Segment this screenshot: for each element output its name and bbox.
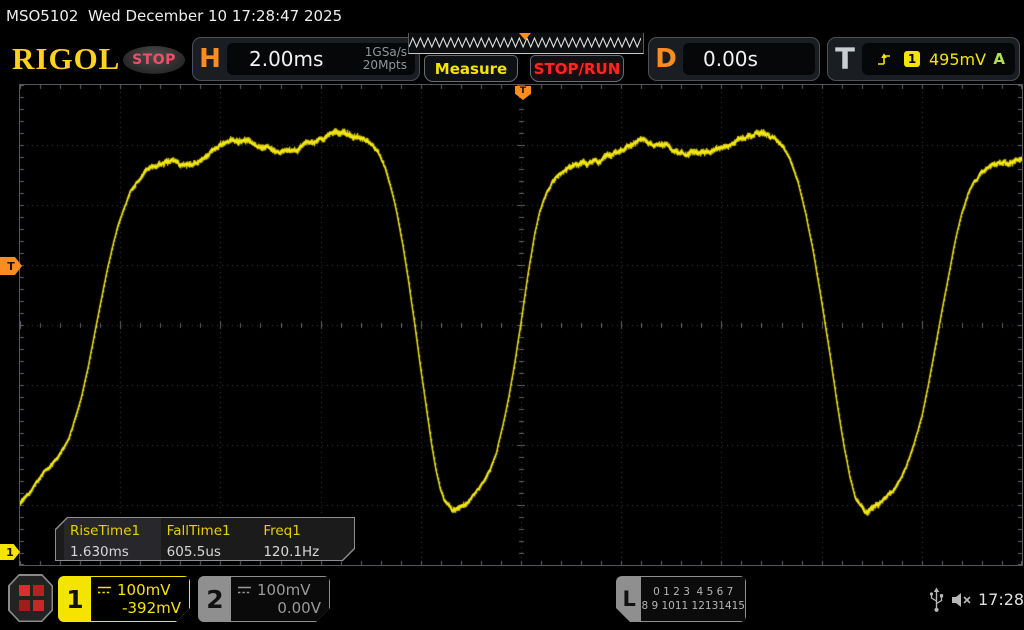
- logic-channels-tab[interactable]: L 0 1 2 3 4 5 6 7 8 9 1011 12131415: [616, 576, 746, 622]
- measurement-falltime: FallTime1 605.5us: [161, 518, 258, 560]
- measurement-panel[interactable]: RiseTime1 1.630ms FallTime1 605.5us Freq…: [55, 517, 355, 561]
- channel1-number: 1: [59, 577, 91, 621]
- measurement-risetime: RiseTime1 1.630ms: [64, 518, 161, 560]
- stop-run-button[interactable]: STOP/RUN: [530, 55, 624, 82]
- delay-label: D: [649, 44, 683, 74]
- measurement-value: 605.5us: [167, 544, 258, 560]
- channel2-scale: 100mV: [257, 581, 311, 599]
- memory-depth: 20Mpts: [363, 58, 407, 72]
- trigger-panel[interactable]: T 1 495mV A: [827, 37, 1020, 81]
- delay-values: 0.00s: [683, 43, 815, 75]
- measurement-label: FallTime1: [167, 523, 258, 539]
- osd-status-line: MSO5102 Wed December 10 17:28:47 2025: [6, 7, 342, 25]
- run-state-label: STOP: [132, 52, 176, 68]
- graticule: [19, 84, 1023, 566]
- channel1-scale: 100mV: [117, 581, 171, 599]
- logic-row2: 8 9 1011 12131415: [641, 599, 745, 613]
- waveform-display[interactable]: [20, 85, 1022, 565]
- channel1-tab[interactable]: 1 100mV -392mV: [58, 576, 190, 622]
- channel2-offset: 0.00V: [237, 599, 321, 617]
- measurement-value: 120.1Hz: [263, 544, 354, 560]
- trigger-label: T: [828, 42, 862, 76]
- measurement-label: RiseTime1: [70, 523, 161, 539]
- horizontal-panel[interactable]: H 2.00ms 1GSa/s 20Mpts: [192, 37, 420, 81]
- logic-label: L: [617, 577, 641, 621]
- measurement-label: Freq1: [263, 523, 354, 539]
- acquisition-info: 1GSa/s 20Mpts: [363, 46, 407, 72]
- preview-trigger-marker[interactable]: [519, 33, 531, 40]
- nav-menu-button[interactable]: [8, 574, 53, 622]
- rising-edge-icon: [876, 51, 892, 67]
- measurement-freq: Freq1 120.1Hz: [257, 518, 354, 560]
- speaker-muted-icon: [950, 591, 973, 609]
- measure-button[interactable]: Measure: [424, 55, 518, 82]
- trigger-mode: A: [993, 50, 1005, 68]
- usb-icon: [929, 587, 944, 613]
- oscilloscope-screen: MSO5102 Wed December 10 17:28:47 2025 RI…: [0, 0, 1024, 630]
- nav-grid-icon: [10, 576, 52, 621]
- dc-coupling-icon: [97, 585, 112, 595]
- rigol-logo: RIGOL: [12, 41, 120, 77]
- delay-value: 0.00s: [703, 47, 758, 71]
- clock: 17:28: [978, 590, 1024, 609]
- logic-row1: 0 1 2 3 4 5 6 7: [653, 585, 733, 599]
- channel2-number: 2: [199, 577, 231, 621]
- run-state-badge: STOP: [123, 46, 185, 74]
- channel1-ground-marker[interactable]: 1: [0, 544, 20, 560]
- trigger-source-badge: 1: [904, 51, 920, 67]
- delay-panel[interactable]: D 0.00s: [648, 37, 820, 81]
- horizontal-values: 2.00ms 1GSa/s 20Mpts: [227, 43, 415, 75]
- channel1-offset: -392mV: [97, 599, 181, 617]
- dc-coupling-icon: [237, 585, 252, 595]
- channel2-tab[interactable]: 2 100mV 0.00V: [198, 576, 330, 622]
- trigger-values: 1 495mV A: [862, 43, 1015, 75]
- measurement-value: 1.630ms: [70, 544, 161, 560]
- sample-rate: 1GSa/s: [365, 45, 407, 59]
- trigger-level-value: 495mV: [929, 50, 986, 69]
- timebase-value: 2.00ms: [249, 47, 323, 71]
- horizontal-label: H: [193, 44, 227, 74]
